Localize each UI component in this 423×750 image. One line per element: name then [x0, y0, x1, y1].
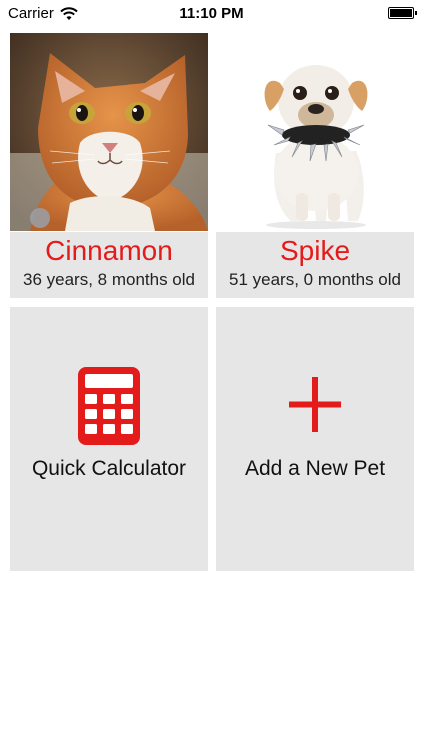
plus-icon [289, 377, 341, 432]
pet-name: Cinnamon [45, 235, 173, 266]
pet-info-spike[interactable]: Spike 51 years, 0 months old [216, 232, 414, 298]
plus-icon-wrap [289, 377, 341, 432]
pet-info-cinnamon[interactable]: Cinnamon 36 years, 8 months old [10, 232, 208, 298]
cat-photo-image [10, 33, 208, 231]
status-bar: Carrier 11:10 PM [0, 0, 423, 30]
pet-photo-cat[interactable] [10, 33, 208, 231]
battery-icon [388, 7, 417, 19]
quick-calculator-button[interactable]: Quick Calculator [10, 307, 208, 571]
add-pet-button[interactable]: Add a New Pet [216, 307, 414, 571]
pet-photo-dog[interactable] [216, 33, 414, 231]
pet-name: Spike [279, 235, 351, 266]
pet-age: 51 years, 0 months old [229, 270, 401, 289]
calculator-icon [78, 367, 140, 445]
pet-age: 36 years, 8 months old [23, 270, 195, 289]
quick-calculator-label: Quick Calculator [31, 457, 187, 480]
add-pet-label: Add a New Pet [244, 457, 386, 480]
status-right [388, 7, 417, 19]
calculator-icon-wrap [78, 367, 140, 445]
battery-fill [390, 9, 412, 17]
dog-photo-image [216, 33, 414, 231]
status-time: 11:10 PM [179, 5, 244, 22]
